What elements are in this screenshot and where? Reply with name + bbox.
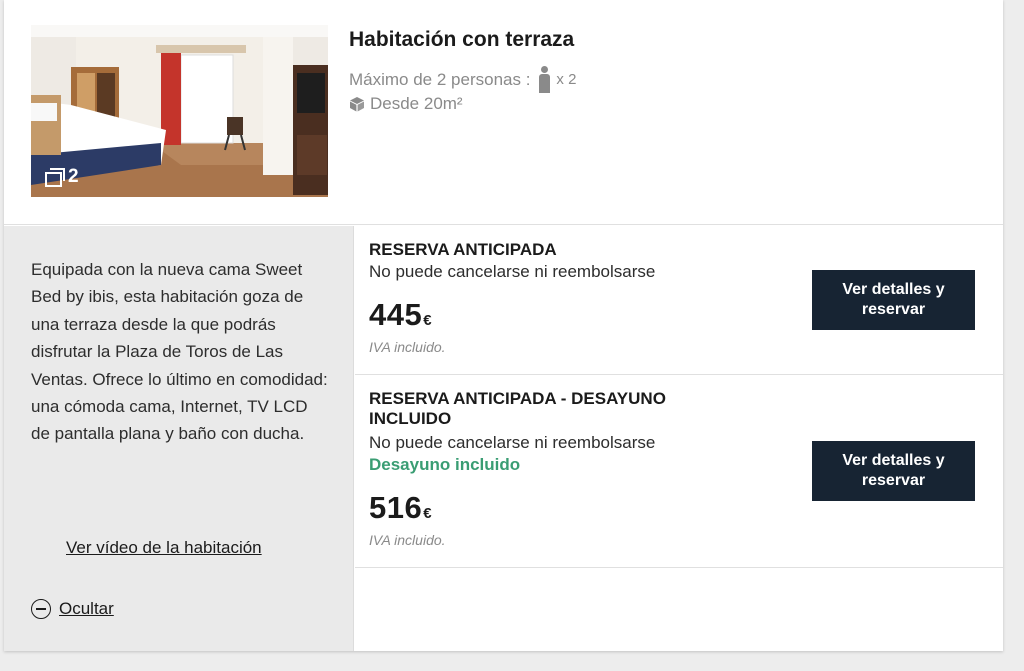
rate-item: RESERVA ANTICIPADA No puede cancelarse n…: [355, 226, 1003, 375]
room-size: Desde 20m²: [349, 94, 463, 114]
room-photo[interactable]: 2: [31, 25, 328, 197]
room-description: Equipada con la nueva cama Sweet Bed by …: [31, 260, 328, 444]
minus-circle-icon: [31, 599, 51, 619]
book-button[interactable]: Ver detalles y reservar: [812, 270, 975, 330]
rate-tax-note: IVA incluido.: [369, 532, 446, 548]
room-card: 2 Habitación con terraza Máximo de 2 per…: [4, 0, 1003, 651]
gallery-icon: [45, 168, 65, 187]
rate-condition: No puede cancelarse ni reembolsarse: [369, 262, 656, 281]
video-link[interactable]: Ver vídeo de la habitación: [66, 538, 262, 558]
room-header: 2 Habitación con terraza Máximo de 2 per…: [4, 0, 1003, 225]
rate-price-value: 445: [369, 297, 423, 332]
rate-currency: €: [423, 312, 433, 329]
rate-extra: Desayuno incluido: [369, 455, 521, 474]
rate-price-value: 516: [369, 490, 423, 525]
description-panel: Equipada con la nueva cama Sweet Bed by …: [4, 226, 354, 651]
person-icon: [538, 66, 551, 93]
room-size-value: Desde 20m²: [370, 94, 463, 113]
hide-label: Ocultar: [59, 599, 114, 618]
hide-button[interactable]: Ocultar: [31, 599, 114, 619]
rate-price: 516€: [369, 490, 432, 526]
occupancy-label: Máximo de 2 personas :: [349, 69, 531, 89]
room-title: Habitación con terraza: [349, 28, 575, 51]
occupancy-multiplier: x 2: [556, 71, 577, 88]
photo-count-value: 2: [68, 166, 79, 187]
rate-tax-note: IVA incluido.: [369, 339, 446, 355]
rate-item: RESERVA ANTICIPADA - DESAYUNO INCLUIDO N…: [355, 375, 1003, 568]
cube-icon: [350, 97, 364, 112]
rate-name: RESERVA ANTICIPADA: [369, 240, 557, 259]
rate-price: 445€: [369, 297, 432, 333]
book-button[interactable]: Ver detalles y reservar: [812, 441, 975, 501]
photo-count: 2: [45, 166, 79, 188]
rate-currency: €: [423, 505, 433, 522]
rates-list: RESERVA ANTICIPADA No puede cancelarse n…: [355, 226, 1003, 568]
rate-name: RESERVA ANTICIPADA - DESAYUNO INCLUIDO: [369, 389, 666, 428]
rate-condition: No puede cancelarse ni reembolsarse: [369, 433, 656, 452]
occupancy: Máximo de 2 personas : x 2: [349, 66, 576, 93]
